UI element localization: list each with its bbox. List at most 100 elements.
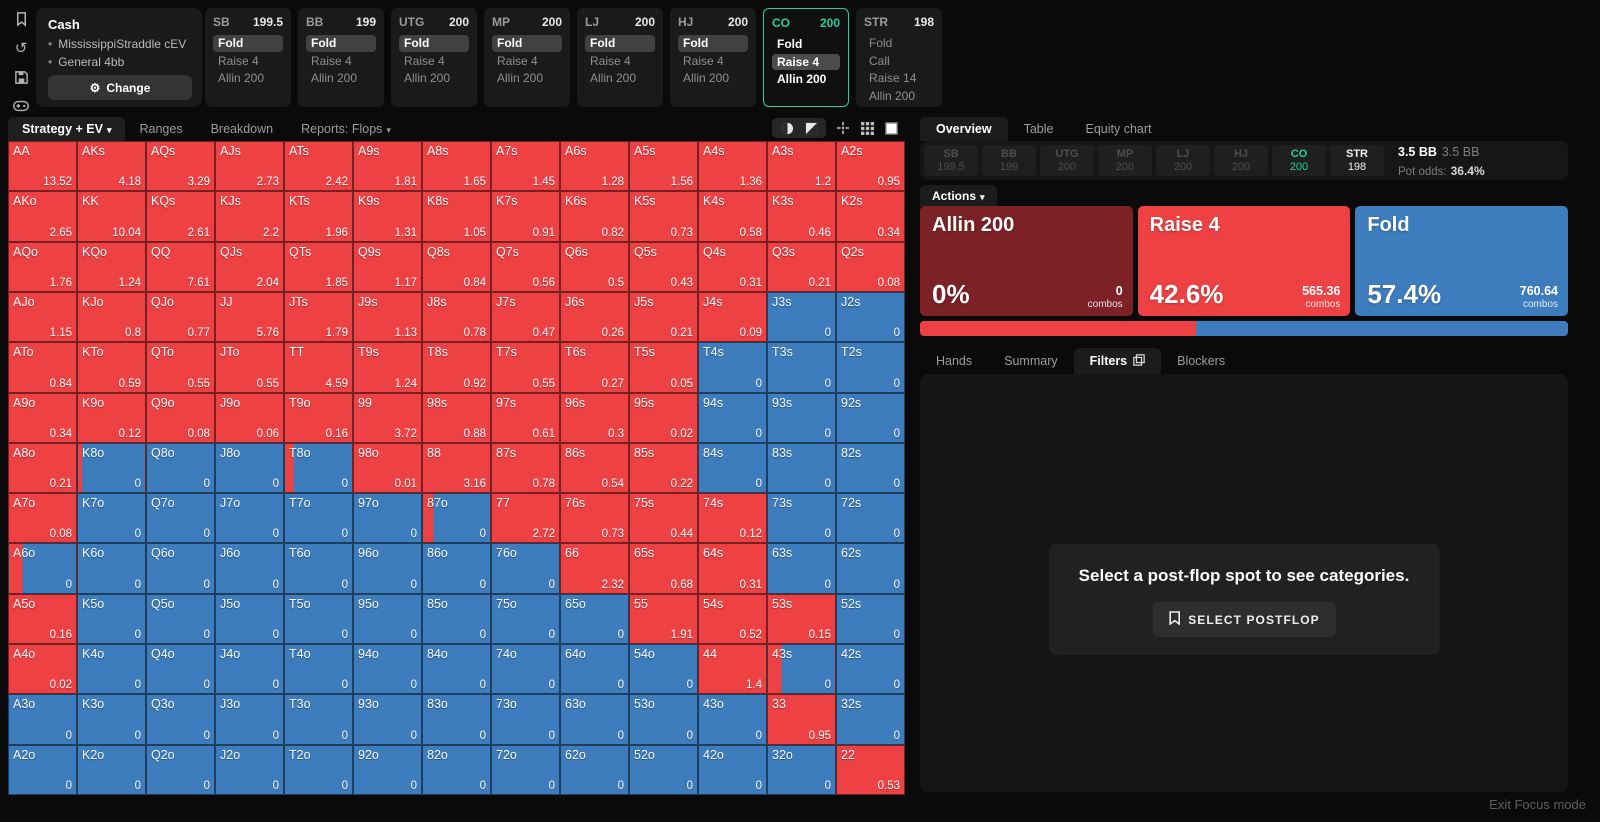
square-icon[interactable] — [884, 121, 898, 135]
matrix-cell-T5s[interactable]: T5s 0.05 — [629, 342, 698, 393]
matrix-cell-83s[interactable]: 83s 0 — [767, 442, 836, 494]
matrix-cell-33[interactable]: 33 0.95 — [767, 694, 836, 745]
matrix-cell-T4s[interactable]: T4s 0 — [698, 342, 767, 393]
matrix-cell-KTo[interactable]: KTo 0.59 — [77, 342, 146, 393]
matrix-cell-Q9o[interactable]: Q9o 0.08 — [146, 392, 215, 443]
exit-focus-mode[interactable]: Exit Focus mode — [1489, 797, 1586, 812]
matrix-cell-ATo[interactable]: ATo 0.84 — [8, 342, 77, 393]
matrix-cell-64o[interactable]: 64o 0 — [560, 644, 629, 695]
matrix-cell-Q3s[interactable]: Q3s 0.21 — [767, 241, 836, 292]
matrix-cell-JTs[interactable]: JTs 1.79 — [284, 291, 353, 343]
matrix-cell-Q2o[interactable]: Q2o 0 — [146, 744, 215, 795]
matrix-cell-T7o[interactable]: T7o 0 — [284, 493, 353, 544]
matrix-cell-62s[interactable]: 62s 0 — [836, 543, 905, 594]
matrix-cell-98s[interactable]: 98s 0.88 — [422, 392, 491, 443]
matrix-cell-T4o[interactable]: T4o 0 — [284, 644, 353, 695]
matrix-cell-K5s[interactable]: K5s 0.73 — [629, 191, 698, 242]
matrix-cell-93s[interactable]: 93s 0 — [767, 392, 836, 443]
matrix-cell-92o[interactable]: 92o 0 — [353, 744, 422, 795]
reset-icon[interactable]: ↺ — [12, 39, 30, 57]
matrix-cell-87s[interactable]: 87s 0.78 — [491, 442, 560, 494]
matrix-cell-65o[interactable]: 65o 0 — [560, 593, 629, 645]
matrix-cell-K2o[interactable]: K2o 0 — [77, 744, 146, 795]
contrast-square-icon[interactable] — [804, 121, 818, 135]
matrix-cell-55[interactable]: 55 1.91 — [629, 593, 698, 645]
matrix-cell-A7o[interactable]: A7o 0.08 — [8, 493, 77, 544]
matrix-cell-K6o[interactable]: K6o 0 — [77, 543, 146, 594]
matrix-cell-T8s[interactable]: T8s 0.92 — [422, 342, 491, 393]
matrix-cell-Q4s[interactable]: Q4s 0.31 — [698, 241, 767, 292]
matrix-cell-Q6s[interactable]: Q6s 0.5 — [560, 241, 629, 292]
badge-str[interactable]: STR 198 — [1330, 145, 1384, 176]
badge-hj[interactable]: HJ 200 — [1214, 145, 1268, 176]
matrix-cell-52o[interactable]: 52o 0 — [629, 744, 698, 795]
matrix-cell-QJs[interactable]: QJs 2.04 — [215, 241, 284, 292]
action-option[interactable]: Allin 200 — [492, 70, 562, 87]
matrix-cell-Q5o[interactable]: Q5o 0 — [146, 593, 215, 645]
matrix-cell-K8o[interactable]: K8o 0 — [77, 442, 146, 494]
action-option[interactable]: Raise 14 — [864, 70, 934, 87]
matrix-cell-AQo[interactable]: AQo 1.76 — [8, 241, 77, 292]
matrix-cell-Q4o[interactable]: Q4o 0 — [146, 644, 215, 695]
matrix-cell-42o[interactable]: 42o 0 — [698, 744, 767, 795]
action-option[interactable]: Allin 200 — [213, 70, 283, 87]
matrix-cell-66[interactable]: 66 2.32 — [560, 543, 629, 594]
matrix-cell-76s[interactable]: 76s 0.73 — [560, 493, 629, 544]
matrix-cell-K4o[interactable]: K4o 0 — [77, 644, 146, 695]
matrix-cell-77[interactable]: 77 2.72 — [491, 493, 560, 544]
matrix-cell-J2o[interactable]: J2o 0 — [215, 744, 284, 795]
matrix-cell-A4s[interactable]: A4s 1.36 — [698, 141, 767, 192]
matrix-cell-J2s[interactable]: J2s 0 — [836, 291, 905, 343]
tab-reports-flops[interactable]: Reports: Flops ▾ — [287, 117, 405, 141]
action-option[interactable]: Allin 200 — [399, 70, 469, 87]
action-option[interactable]: Allin 200 — [678, 70, 748, 87]
matrix-cell-J9o[interactable]: J9o 0.06 — [215, 392, 284, 443]
matrix-cell-42s[interactable]: 42s 0 — [836, 644, 905, 695]
matrix-cell-76o[interactable]: 76o 0 — [491, 543, 560, 594]
matrix-cell-KTs[interactable]: KTs 1.96 — [284, 191, 353, 242]
matrix-cell-AKs[interactable]: AKs 4.18 — [77, 141, 146, 192]
action-option[interactable]: Raise 4 — [678, 53, 748, 70]
matrix-cell-A7s[interactable]: A7s 1.45 — [491, 141, 560, 192]
matrix-cell-J9s[interactable]: J9s 1.13 — [353, 291, 422, 343]
matrix-cell-AA[interactable]: AA 13.52 — [8, 141, 77, 192]
matrix-cell-J7s[interactable]: J7s 0.47 — [491, 291, 560, 343]
matrix-cell-82s[interactable]: 82s 0 — [836, 442, 905, 494]
matrix-cell-44[interactable]: 44 1.4 — [698, 644, 767, 695]
action-option[interactable]: Raise 4 — [399, 53, 469, 70]
matrix-cell-62o[interactable]: 62o 0 — [560, 744, 629, 795]
matrix-cell-QQ[interactable]: QQ 7.61 — [146, 241, 215, 292]
matrix-cell-J8o[interactable]: J8o 0 — [215, 442, 284, 494]
position-panel-str[interactable]: STR 198 Fold Call Raise 14 Allin 200 — [856, 8, 942, 107]
gamepad-icon[interactable] — [12, 97, 30, 115]
badge-sb[interactable]: SB 199.5 — [924, 145, 978, 176]
action-option[interactable]: Allin 200 — [772, 71, 840, 88]
matrix-cell-T2o[interactable]: T2o 0 — [284, 744, 353, 795]
matrix-cell-T9s[interactable]: T9s 1.24 — [353, 342, 422, 393]
matrix-cell-J8s[interactable]: J8s 0.78 — [422, 291, 491, 343]
position-panel-mp[interactable]: MP 200 Fold Raise 4 Allin 200 — [484, 8, 570, 107]
tab-hands[interactable]: Hands — [920, 348, 988, 374]
matrix-cell-T6o[interactable]: T6o 0 — [284, 543, 353, 594]
matrix-cell-A9o[interactable]: A9o 0.34 — [8, 392, 77, 443]
matrix-cell-43o[interactable]: 43o 0 — [698, 694, 767, 745]
badge-co[interactable]: CO 200 — [1272, 145, 1326, 176]
matrix-cell-95o[interactable]: 95o 0 — [353, 593, 422, 645]
matrix-cell-K7s[interactable]: K7s 0.91 — [491, 191, 560, 242]
grid-icon[interactable] — [860, 121, 874, 135]
matrix-cell-64s[interactable]: 64s 0.31 — [698, 543, 767, 594]
matrix-cell-QTo[interactable]: QTo 0.55 — [146, 342, 215, 393]
matrix-cell-72o[interactable]: 72o 0 — [491, 744, 560, 795]
position-panel-co[interactable]: CO 200 Fold Raise 4 Allin 200 — [763, 8, 849, 107]
matrix-cell-32o[interactable]: 32o 0 — [767, 744, 836, 795]
matrix-cell-K6s[interactable]: K6s 0.82 — [560, 191, 629, 242]
matrix-cell-T9o[interactable]: T9o 0.16 — [284, 392, 353, 443]
matrix-cell-JTo[interactable]: JTo 0.55 — [215, 342, 284, 393]
matrix-cell-J7o[interactable]: J7o 0 — [215, 493, 284, 544]
matrix-cell-A3s[interactable]: A3s 1.2 — [767, 141, 836, 192]
matrix-cell-54s[interactable]: 54s 0.52 — [698, 593, 767, 645]
matrix-cell-Q9s[interactable]: Q9s 1.17 — [353, 241, 422, 292]
action-option[interactable]: Fold — [864, 35, 934, 52]
action-option[interactable]: Allin 200 — [585, 70, 655, 87]
matrix-cell-85o[interactable]: 85o 0 — [422, 593, 491, 645]
